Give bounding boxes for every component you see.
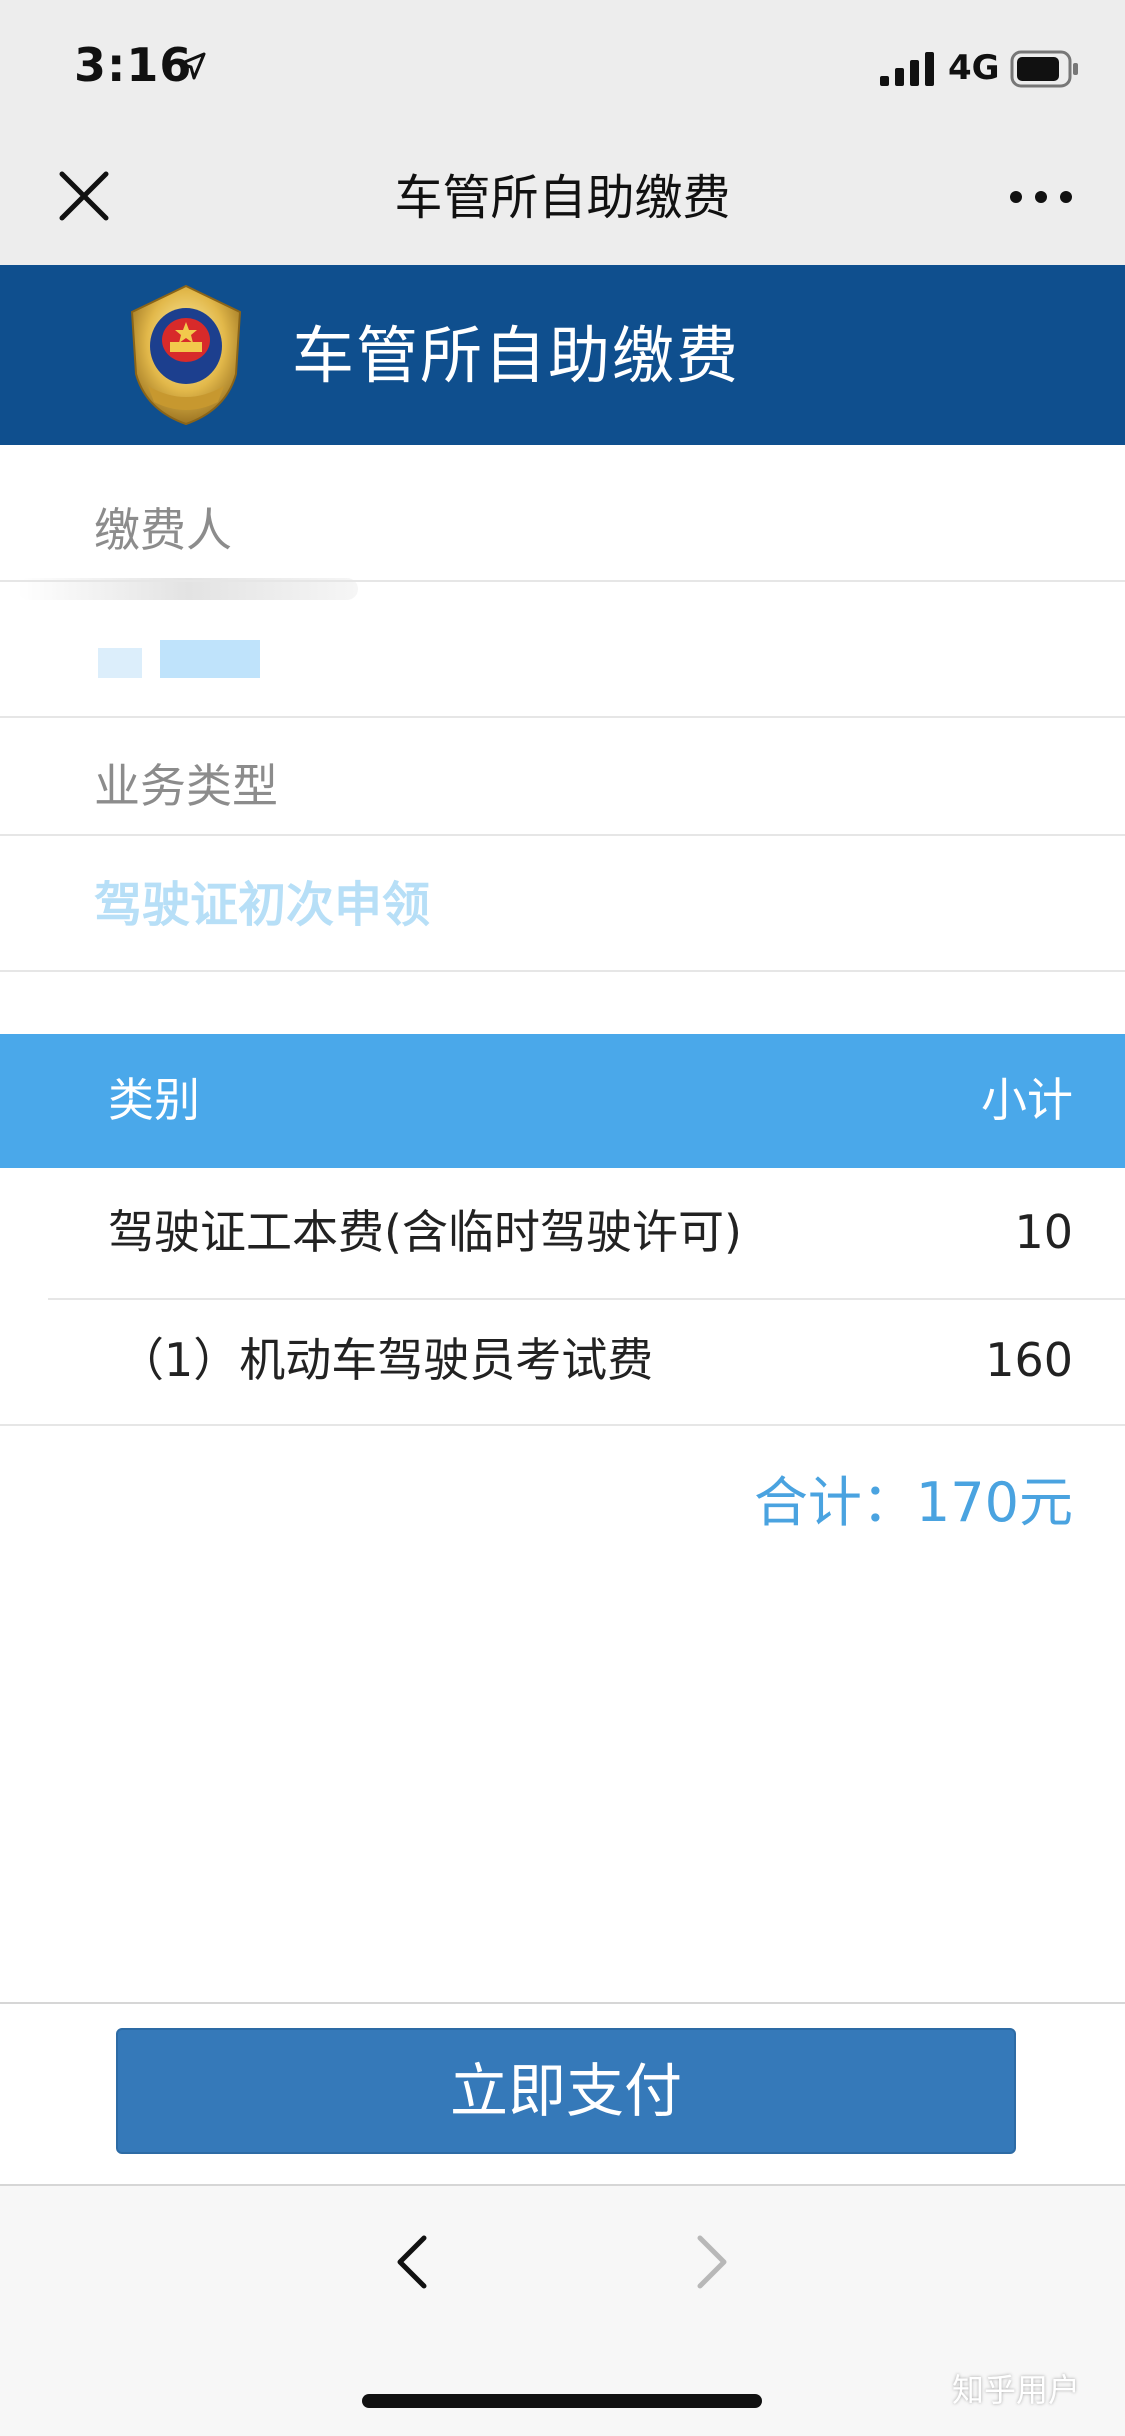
banner-title: 车管所自助缴费	[292, 319, 741, 392]
header-subtotal: 小计	[981, 1073, 1073, 1127]
fee-row-label: （1）机动车驾驶员考试费	[118, 1333, 654, 1387]
watermark-text: 知乎用户	[952, 2371, 1081, 2409]
police-emblem-icon	[130, 284, 242, 426]
chevron-right-icon[interactable]	[692, 2232, 732, 2292]
network-label: 4G	[948, 48, 1000, 88]
payer-name-redacted	[98, 648, 142, 678]
divider	[48, 1298, 1125, 1300]
more-icon[interactable]	[1008, 180, 1074, 214]
fee-row-label: 驾驶证工本费(含临时驾驶许可)	[108, 1205, 742, 1259]
close-icon[interactable]	[56, 168, 112, 224]
fee-row-value: 160	[985, 1333, 1073, 1387]
signal-icon	[880, 52, 934, 86]
divider	[0, 716, 1125, 718]
divider	[0, 970, 1125, 972]
divider	[0, 834, 1125, 836]
header-category: 类别	[108, 1073, 200, 1127]
location-arrow-icon	[178, 52, 206, 80]
fee-row-value: 10	[1014, 1205, 1073, 1259]
home-indicator[interactable]	[362, 2394, 762, 2408]
divider	[0, 1424, 1125, 1426]
business-type-value: 驾驶证初次申领	[94, 877, 431, 933]
nav-title: 车管所自助缴费	[394, 170, 731, 226]
divider	[0, 580, 1125, 582]
divider	[0, 2002, 1125, 2004]
payer-name-redacted	[160, 640, 260, 678]
payer-label: 缴费人	[94, 503, 232, 557]
status-time: 3:16	[74, 38, 193, 92]
battery-icon	[1010, 50, 1078, 88]
total-amount: 合计：170元	[753, 1471, 1073, 1534]
business-type-label: 业务类型	[94, 759, 278, 813]
pay-now-button[interactable]: 立即支付	[116, 2028, 1016, 2154]
chevron-left-icon[interactable]	[392, 2232, 432, 2292]
